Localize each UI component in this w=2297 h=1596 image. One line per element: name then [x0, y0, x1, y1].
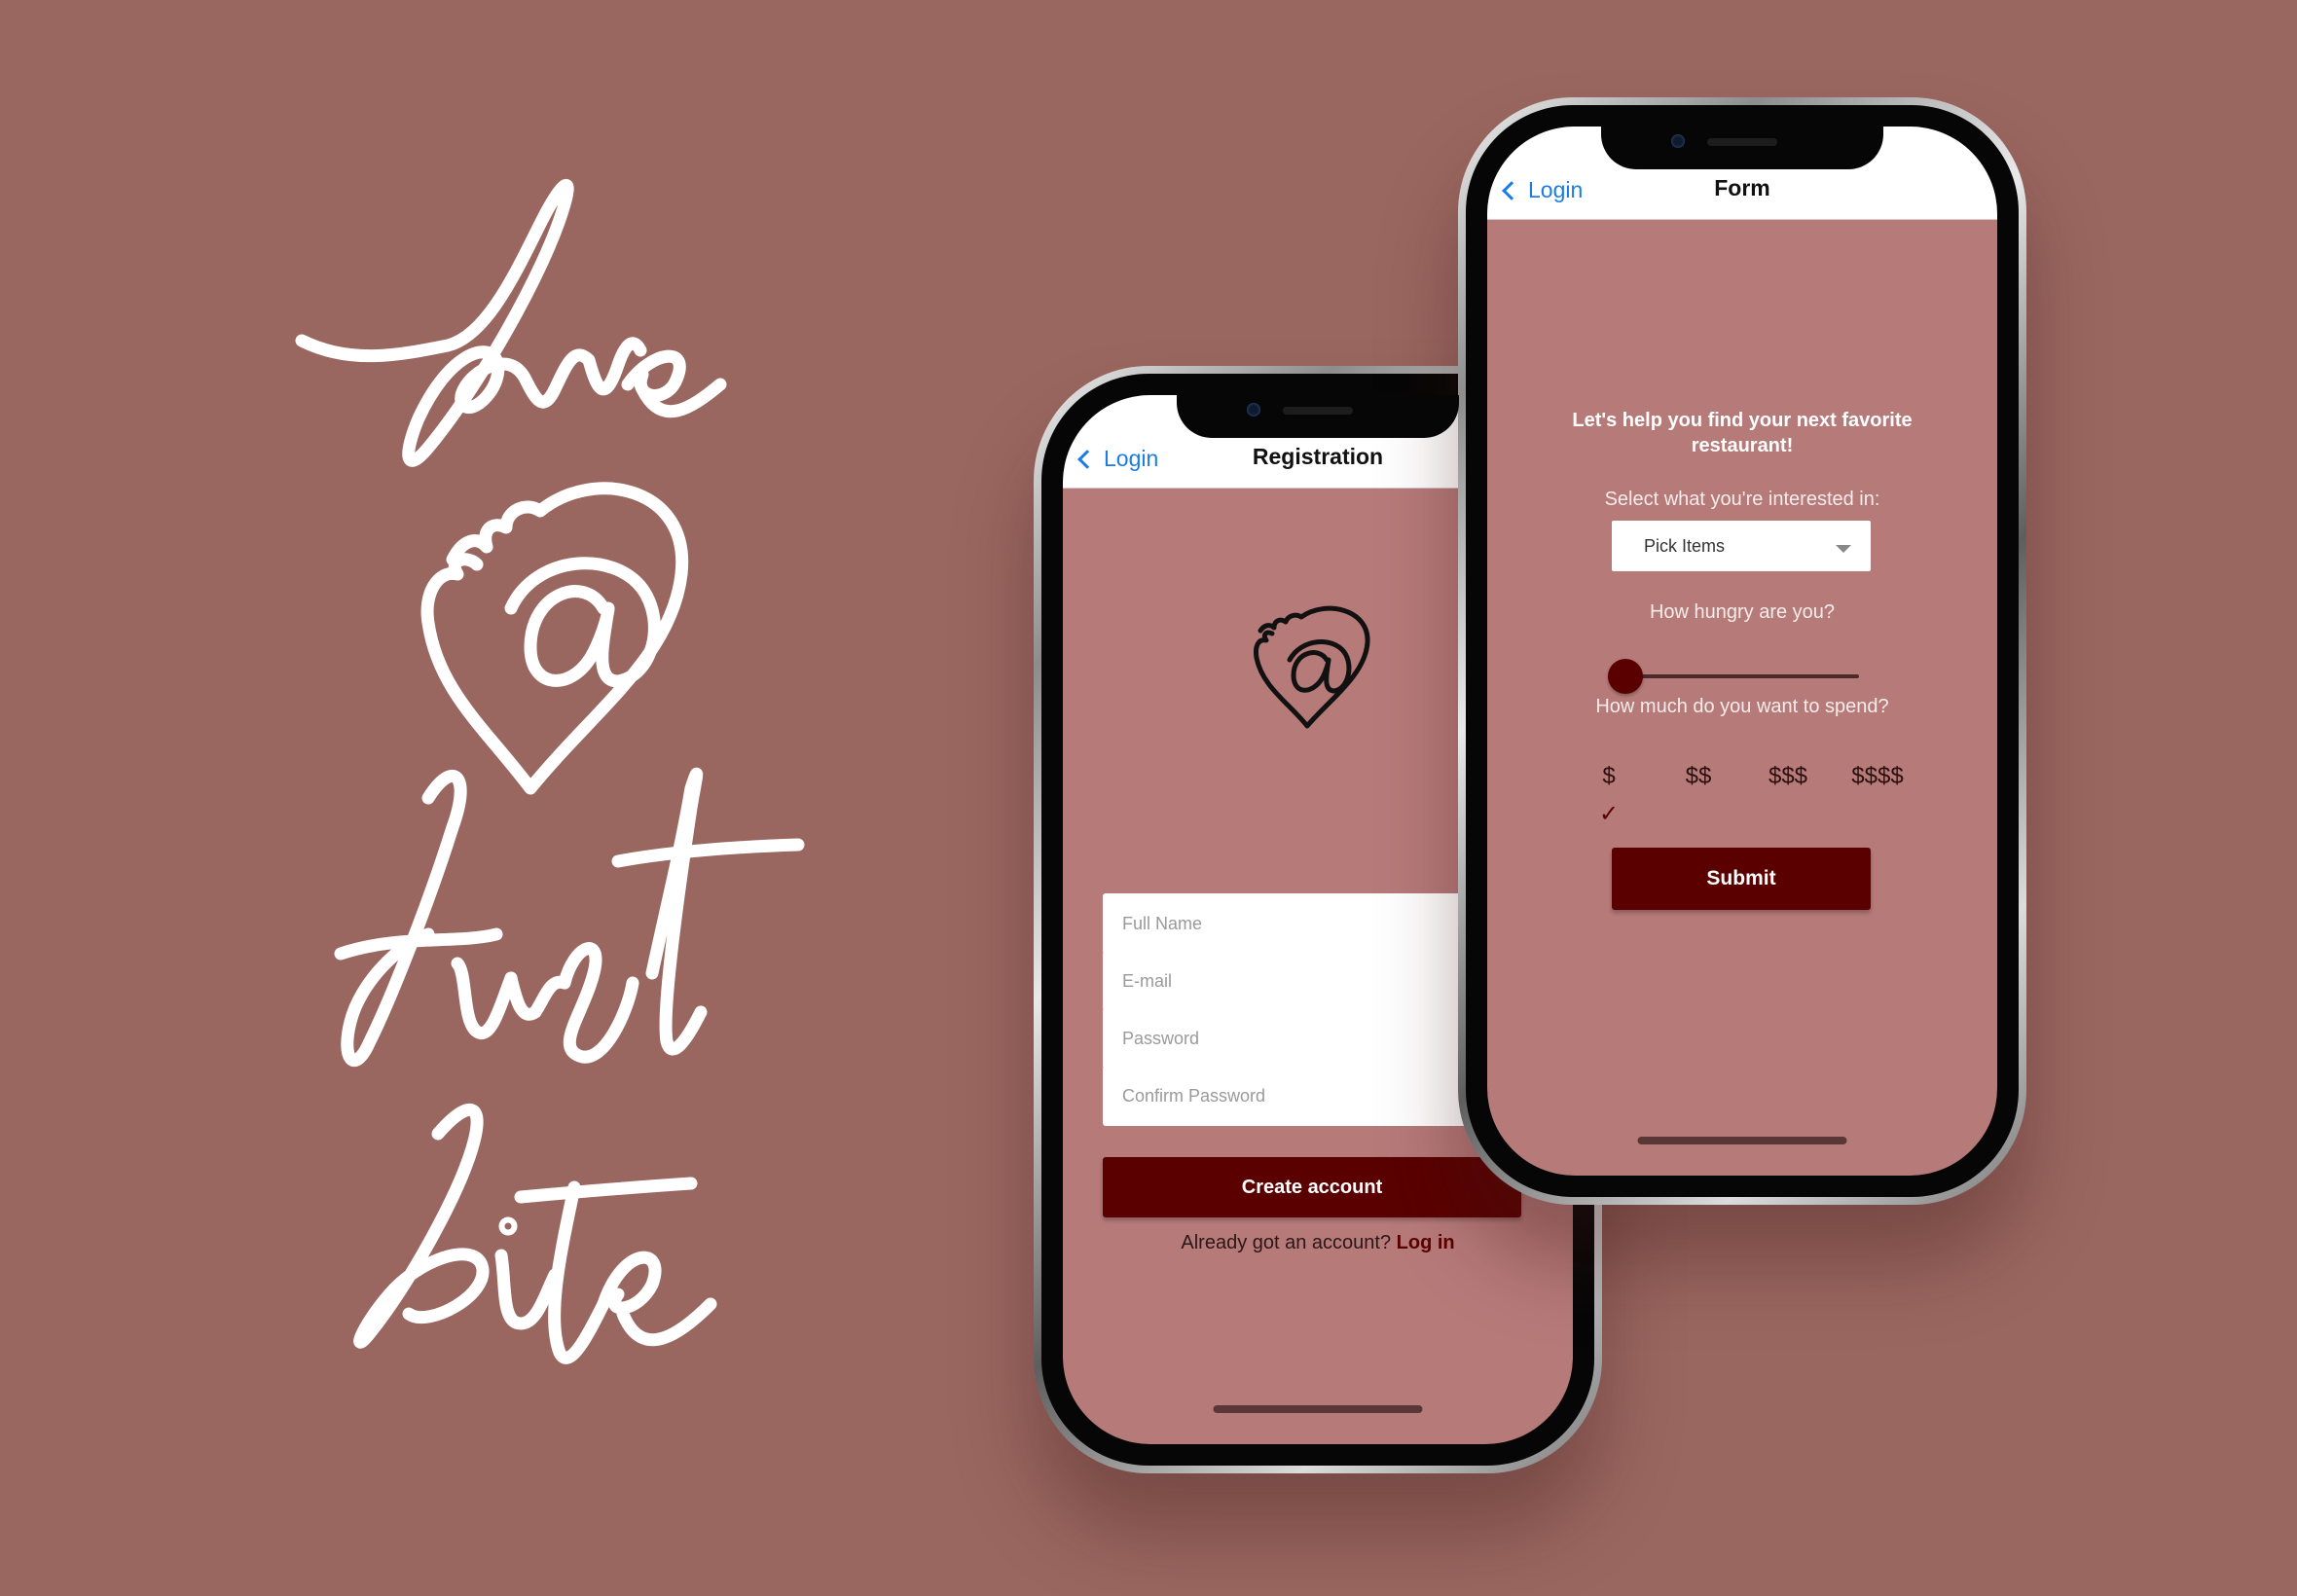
create-account-button[interactable]: Create account: [1103, 1157, 1521, 1217]
login-link[interactable]: Log in: [1397, 1232, 1455, 1253]
front-camera: [1247, 403, 1260, 417]
login-prompt: Already got an account? Log in: [1063, 1232, 1573, 1254]
earpiece-speaker: [1707, 138, 1777, 146]
checkmark-icon: ✓: [1598, 801, 1620, 827]
form-heading: Let's help you find your next favorite r…: [1572, 410, 1913, 456]
interests-select-value: Pick Items: [1644, 535, 1726, 556]
front-camera: [1671, 134, 1685, 148]
hunger-label: How hungry are you?: [1649, 601, 1836, 623]
price-option-1[interactable]: $: [1570, 763, 1648, 790]
heart-logo-icon: [1254, 605, 1370, 729]
price-option-3[interactable]: $$$: [1749, 763, 1827, 790]
dropdown-caret-icon: [1836, 545, 1851, 553]
phone-notch: [1177, 395, 1459, 438]
interests-label: Select what you're interested in:: [1604, 489, 1880, 510]
form-screen: Login Form Let's help you find your next…: [1487, 127, 1997, 1176]
home-indicator: [1213, 1405, 1423, 1413]
home-indicator: [1637, 1137, 1847, 1144]
hunger-slider[interactable]: [1608, 659, 1859, 694]
interests-select[interactable]: Pick Items: [1612, 521, 1871, 571]
phone-notch: [1601, 127, 1883, 169]
hunger-slider-thumb[interactable]: [1608, 659, 1643, 694]
price-option-2[interactable]: $$: [1659, 763, 1737, 790]
brand-lettering: [282, 165, 905, 1401]
price-option-4[interactable]: $$$$: [1839, 763, 1916, 790]
phone-bezel: Login Form Let's help you find your next…: [1466, 105, 2019, 1197]
page-title: Form: [1714, 175, 1770, 200]
earpiece-speaker: [1283, 407, 1353, 415]
price-options: $ $$ $$$ $$$$ ✓: [1582, 763, 1904, 827]
spend-label: How much do you want to spend?: [1595, 696, 1889, 717]
login-prompt-text: Already got an account?: [1181, 1232, 1392, 1253]
love-at-first-bite-lettering: [295, 178, 805, 1364]
submit-button[interactable]: Submit: [1612, 848, 1871, 910]
form-phone-mockup: Login Form Let's help you find your next…: [1458, 97, 2026, 1205]
